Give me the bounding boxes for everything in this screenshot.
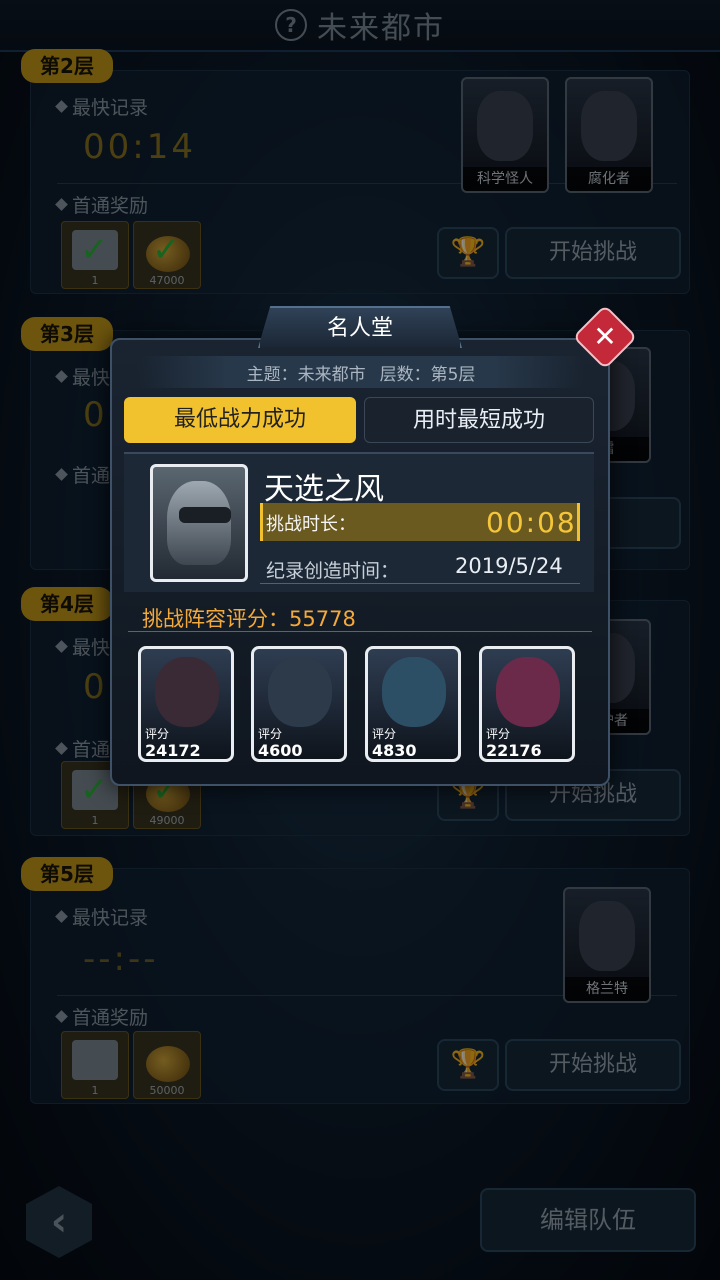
close-icon: ✕ — [593, 320, 617, 353]
player-name: 天选之风 — [264, 472, 384, 507]
hero-portrait — [268, 657, 332, 727]
dialog-title: 名人堂 — [258, 306, 462, 348]
hero-score: 24172 — [145, 741, 201, 760]
hero-portrait — [382, 657, 446, 727]
dialog-subtitle: 主题：未来都市 层数：第5层 — [138, 356, 584, 388]
divider — [260, 583, 580, 584]
created-time-value: 2019/5/24 — [455, 554, 563, 578]
tab-fastest-time[interactable]: 用时最短成功 — [364, 397, 594, 443]
floor-text: 层数：第5层 — [379, 364, 476, 385]
tab-lowest-power[interactable]: 最低战力成功 — [124, 397, 356, 443]
hero-portrait — [496, 657, 560, 727]
avatar[interactable] — [150, 464, 248, 582]
duration-value: 00:08 — [486, 506, 577, 539]
hero-score: 4600 — [258, 741, 303, 760]
hero-score: 22176 — [486, 741, 542, 760]
hero-card[interactable]: 评分 4830 — [365, 646, 461, 762]
duration-label: 挑战时长： — [266, 514, 356, 535]
hero-card[interactable]: 评分 4600 — [251, 646, 347, 762]
hero-score: 4830 — [372, 741, 417, 760]
team-score: 挑战阵容评分：55778 — [142, 607, 356, 631]
helmet-portrait — [167, 481, 231, 565]
hero-card[interactable]: 评分 22176 — [479, 646, 575, 762]
hero-card[interactable]: 评分 24172 — [138, 646, 234, 762]
created-time-label: 纪录创造时间： — [266, 560, 400, 582]
visor — [179, 507, 231, 523]
hero-portrait — [155, 657, 219, 727]
theme-text: 主题：未来都市 — [246, 364, 366, 385]
divider — [128, 631, 592, 632]
